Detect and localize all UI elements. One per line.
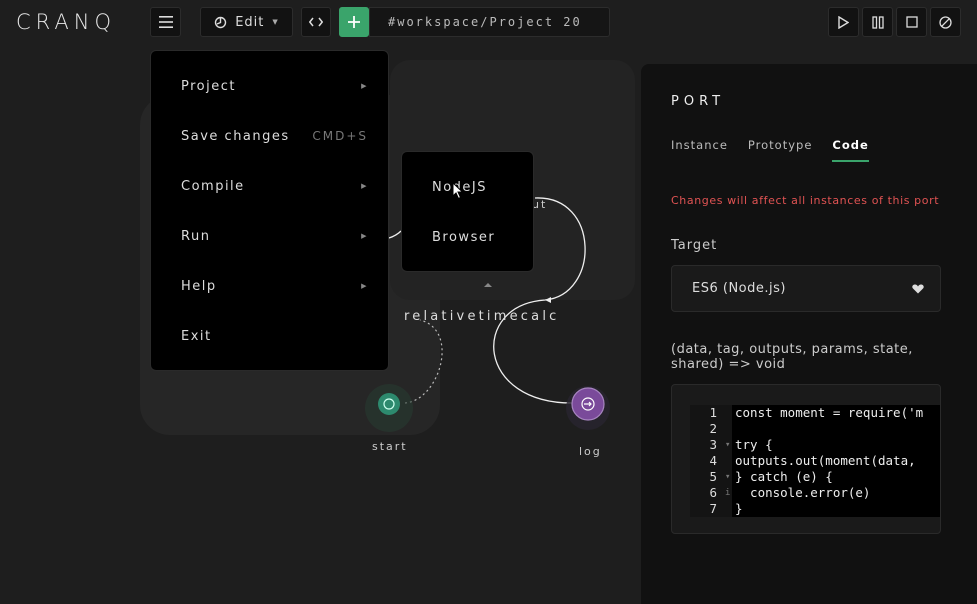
tab-instance[interactable]: Instance bbox=[671, 138, 728, 162]
function-signature: (data, tag, outputs, params, state, shar… bbox=[671, 342, 913, 372]
code-text: } bbox=[735, 501, 743, 516]
fold-toggle-icon[interactable]: ▾ bbox=[725, 437, 730, 453]
submenu-item-browser[interactable]: Browser bbox=[402, 212, 533, 262]
panel-tabs: Instance Prototype Code bbox=[671, 138, 869, 162]
line-number: 1 bbox=[709, 405, 717, 420]
menu-item-label: Project bbox=[181, 78, 236, 94]
shortcut-hint: CMD+S bbox=[312, 129, 368, 143]
code-line[interactable]: 7} bbox=[690, 501, 940, 517]
target-label: Target bbox=[671, 238, 718, 253]
heart-dropdown-icon bbox=[912, 284, 924, 293]
tab-code[interactable]: Code bbox=[832, 138, 869, 162]
code-text: outputs.out(moment(data, bbox=[735, 453, 916, 468]
log-node-label: log bbox=[579, 445, 602, 458]
submenu-item-label: Browser bbox=[432, 229, 496, 245]
chevron-right-icon: ▶ bbox=[361, 82, 368, 90]
warning-message: Changes will affect all instances of thi… bbox=[671, 194, 940, 207]
menu-item-help[interactable]: Help ▶ bbox=[151, 261, 388, 311]
menu-item-label: Compile bbox=[181, 178, 245, 194]
out-port-label: ut bbox=[532, 198, 548, 211]
menu-item-run[interactable]: Run ▶ bbox=[151, 211, 388, 261]
code-line[interactable]: 6i console.error(e) bbox=[690, 485, 940, 501]
menu-item-save-changes[interactable]: Save changes CMD+S bbox=[151, 111, 388, 161]
code-text: } catch (e) { bbox=[735, 469, 833, 484]
target-select[interactable]: ES6 (Node.js) bbox=[671, 265, 941, 312]
menu-item-label: Save changes bbox=[181, 128, 290, 144]
menu-item-exit[interactable]: Exit bbox=[151, 311, 388, 361]
code-line[interactable]: 2 bbox=[690, 421, 940, 437]
target-select-value: ES6 (Node.js) bbox=[692, 281, 786, 296]
main-menu: Project ▶ Save changes CMD+S Compile ▶ R… bbox=[150, 50, 389, 371]
line-number: 3 bbox=[709, 437, 717, 452]
menu-item-label: Help bbox=[181, 278, 217, 294]
chevron-right-icon: ▶ bbox=[361, 282, 368, 290]
chevron-right-icon: ▶ bbox=[361, 232, 368, 240]
port-panel: PORT Instance Prototype Code Changes wil… bbox=[641, 64, 977, 604]
start-node[interactable] bbox=[378, 393, 400, 415]
panel-title: PORT bbox=[671, 94, 726, 109]
code-editor-content[interactable]: 1 const moment = require('m 2 3 ▾ try { 4 outpu… bbox=[690, 405, 940, 517]
code-line[interactable]: 1 const moment = require('m bbox=[690, 405, 940, 421]
code-text: const moment = require('m bbox=[735, 405, 924, 420]
submenu-item-nodejs[interactable]: NodeJS bbox=[402, 162, 533, 212]
info-icon[interactable]: i bbox=[725, 485, 730, 501]
code-line[interactable]: 4 outputs.out(moment(data, bbox=[690, 453, 940, 469]
run-submenu: NodeJS Browser bbox=[401, 151, 534, 272]
menu-item-label: Exit bbox=[181, 328, 212, 344]
code-line[interactable]: 3 ▾ try { bbox=[690, 437, 940, 453]
start-node-label: start bbox=[372, 440, 408, 453]
node-title[interactable]: relativetimecalc bbox=[404, 309, 559, 324]
chevron-right-icon: ▶ bbox=[361, 182, 368, 190]
menu-item-label: Run bbox=[181, 228, 211, 244]
line-number: 4 bbox=[709, 453, 717, 468]
line-number: 6 bbox=[709, 485, 717, 500]
line-number: 5 bbox=[709, 469, 717, 484]
code-editor[interactable]: 1 const moment = require('m 2 3 ▾ try { 4 outpu… bbox=[671, 384, 941, 534]
line-number: 7 bbox=[709, 501, 717, 516]
code-text: try { bbox=[735, 437, 773, 452]
fold-toggle-icon[interactable]: ▾ bbox=[725, 469, 730, 485]
code-text: console.error(e) bbox=[735, 485, 871, 500]
line-number: 2 bbox=[709, 421, 717, 436]
menu-item-compile[interactable]: Compile ▶ bbox=[151, 161, 388, 211]
cursor-icon bbox=[452, 182, 464, 200]
tab-prototype[interactable]: Prototype bbox=[748, 138, 812, 162]
menu-item-project[interactable]: Project ▶ bbox=[151, 61, 388, 111]
code-line[interactable]: 5 ▾ } catch (e) { bbox=[690, 469, 940, 485]
